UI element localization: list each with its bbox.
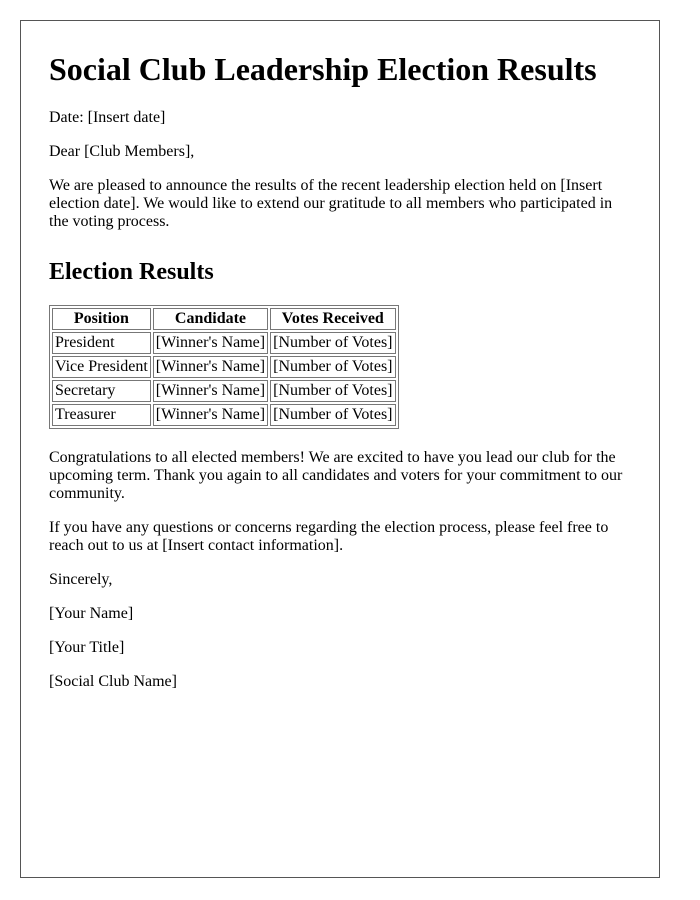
- cell-position: Vice President: [52, 356, 151, 378]
- signature-title: [Your Title]: [49, 639, 125, 656]
- cell-position: President: [52, 332, 151, 354]
- table-header-row: Position Candidate Votes Received: [52, 308, 396, 330]
- salutation: Dear [Club Members],: [49, 143, 195, 160]
- results-heading: Election Results: [49, 259, 214, 285]
- table-row: President [Winner's Name] [Number of Vot…: [52, 332, 396, 354]
- cell-votes: [Number of Votes]: [270, 332, 396, 354]
- intro-paragraph: We are pleased to announce the results o…: [49, 177, 613, 230]
- page-title: Social Club Leadership Election Results: [49, 51, 597, 87]
- contact-paragraph: If you have any questions or concerns re…: [49, 519, 609, 554]
- header-candidate: Candidate: [152, 308, 269, 330]
- cell-candidate: [Winner's Name]: [152, 356, 269, 378]
- letter-page: Social Club Leadership Election Results …: [20, 20, 660, 878]
- cell-position: Treasurer: [52, 404, 151, 426]
- table-row: Treasurer [Winner's Name] [Number of Vot…: [52, 404, 396, 426]
- signature-name: [Your Name]: [49, 605, 134, 622]
- date-line: Date: [Insert date]: [49, 109, 166, 126]
- table-row: Secretary [Winner's Name] [Number of Vot…: [52, 380, 396, 402]
- results-table: Position Candidate Votes Received Presid…: [49, 305, 399, 429]
- header-position: Position: [52, 308, 151, 330]
- cell-candidate: [Winner's Name]: [152, 332, 269, 354]
- signature-club: [Social Club Name]: [49, 673, 177, 690]
- closing: Sincerely,: [49, 571, 113, 588]
- table-row: Vice President [Winner's Name] [Number o…: [52, 356, 396, 378]
- cell-votes: [Number of Votes]: [270, 380, 396, 402]
- header-votes: Votes Received: [270, 308, 396, 330]
- cell-votes: [Number of Votes]: [270, 404, 396, 426]
- cell-candidate: [Winner's Name]: [152, 380, 269, 402]
- cell-candidate: [Winner's Name]: [152, 404, 269, 426]
- cell-position: Secretary: [52, 380, 151, 402]
- congrats-paragraph: Congratulations to all elected members! …: [49, 449, 623, 502]
- cell-votes: [Number of Votes]: [270, 356, 396, 378]
